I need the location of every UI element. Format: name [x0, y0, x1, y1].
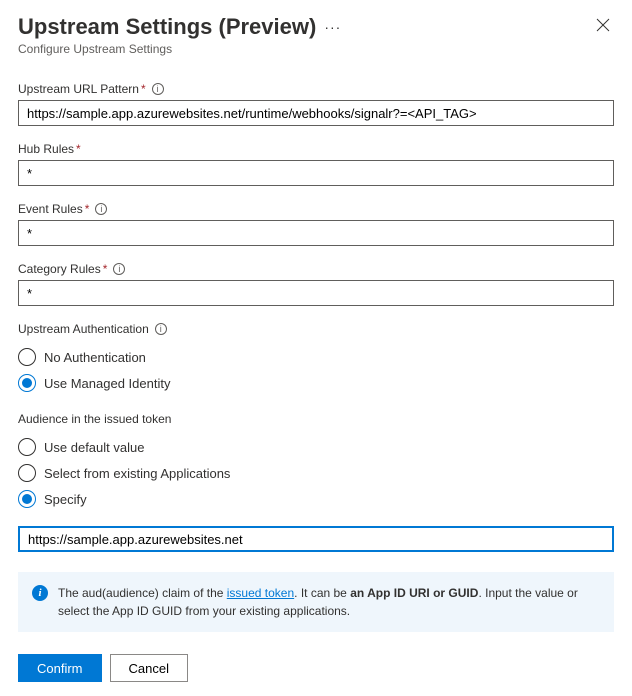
info-icon[interactable]: i	[155, 323, 167, 335]
panel-title: Upstream Settings (Preview)	[18, 14, 316, 40]
radio-unchecked-icon	[18, 348, 36, 366]
audience-option-default[interactable]: Use default value	[18, 434, 614, 460]
info-box-text: The aud(audience) claim of the issued to…	[58, 584, 600, 620]
panel-subtitle: Configure Upstream Settings	[18, 42, 614, 56]
confirm-button[interactable]: Confirm	[18, 654, 102, 682]
field-event-rules: Event Rules* i	[18, 202, 614, 246]
auth-label: Upstream Authentication	[18, 322, 149, 336]
audience-option-select[interactable]: Select from existing Applications	[18, 460, 614, 486]
radio-unchecked-icon	[18, 464, 36, 482]
auth-option-managed[interactable]: Use Managed Identity	[18, 370, 614, 396]
field-hub-rules: Hub Rules*	[18, 142, 614, 186]
field-category-rules: Category Rules* i	[18, 262, 614, 306]
radio-checked-icon	[18, 490, 36, 508]
field-url-pattern: Upstream URL Pattern* i	[18, 82, 614, 126]
close-icon[interactable]	[592, 14, 614, 40]
radio-unchecked-icon	[18, 438, 36, 456]
url-pattern-input[interactable]	[18, 100, 614, 126]
audience-option-select-label: Select from existing Applications	[44, 466, 230, 481]
footer: Confirm Cancel	[18, 654, 614, 682]
info-icon[interactable]: i	[95, 203, 107, 215]
audience-option-specify[interactable]: Specify	[18, 486, 614, 512]
hub-rules-input[interactable]	[18, 160, 614, 186]
radio-checked-icon	[18, 374, 36, 392]
audience-option-specify-label: Specify	[44, 492, 87, 507]
info-box: i The aud(audience) claim of the issued …	[18, 572, 614, 632]
panel-header: Upstream Settings (Preview) ···	[18, 14, 614, 40]
audience-option-default-label: Use default value	[44, 440, 144, 455]
more-icon[interactable]: ···	[324, 19, 341, 35]
url-pattern-label: Upstream URL Pattern*	[18, 82, 146, 96]
event-rules-input[interactable]	[18, 220, 614, 246]
auth-option-none[interactable]: No Authentication	[18, 344, 614, 370]
info-icon[interactable]: i	[152, 83, 164, 95]
audience-radio-group: Audience in the issued token Use default…	[18, 412, 614, 552]
auth-option-none-label: No Authentication	[44, 350, 146, 365]
auth-option-managed-label: Use Managed Identity	[44, 376, 170, 391]
info-icon[interactable]: i	[113, 263, 125, 275]
audience-label: Audience in the issued token	[18, 412, 171, 426]
hub-rules-label: Hub Rules*	[18, 142, 81, 156]
event-rules-label: Event Rules*	[18, 202, 89, 216]
category-rules-label: Category Rules*	[18, 262, 107, 276]
cancel-button[interactable]: Cancel	[110, 654, 188, 682]
info-box-icon: i	[32, 585, 48, 601]
auth-radio-group: Upstream Authentication i No Authenticat…	[18, 322, 614, 396]
issued-token-link[interactable]: issued token	[227, 586, 294, 600]
category-rules-input[interactable]	[18, 280, 614, 306]
audience-input[interactable]	[18, 526, 614, 552]
